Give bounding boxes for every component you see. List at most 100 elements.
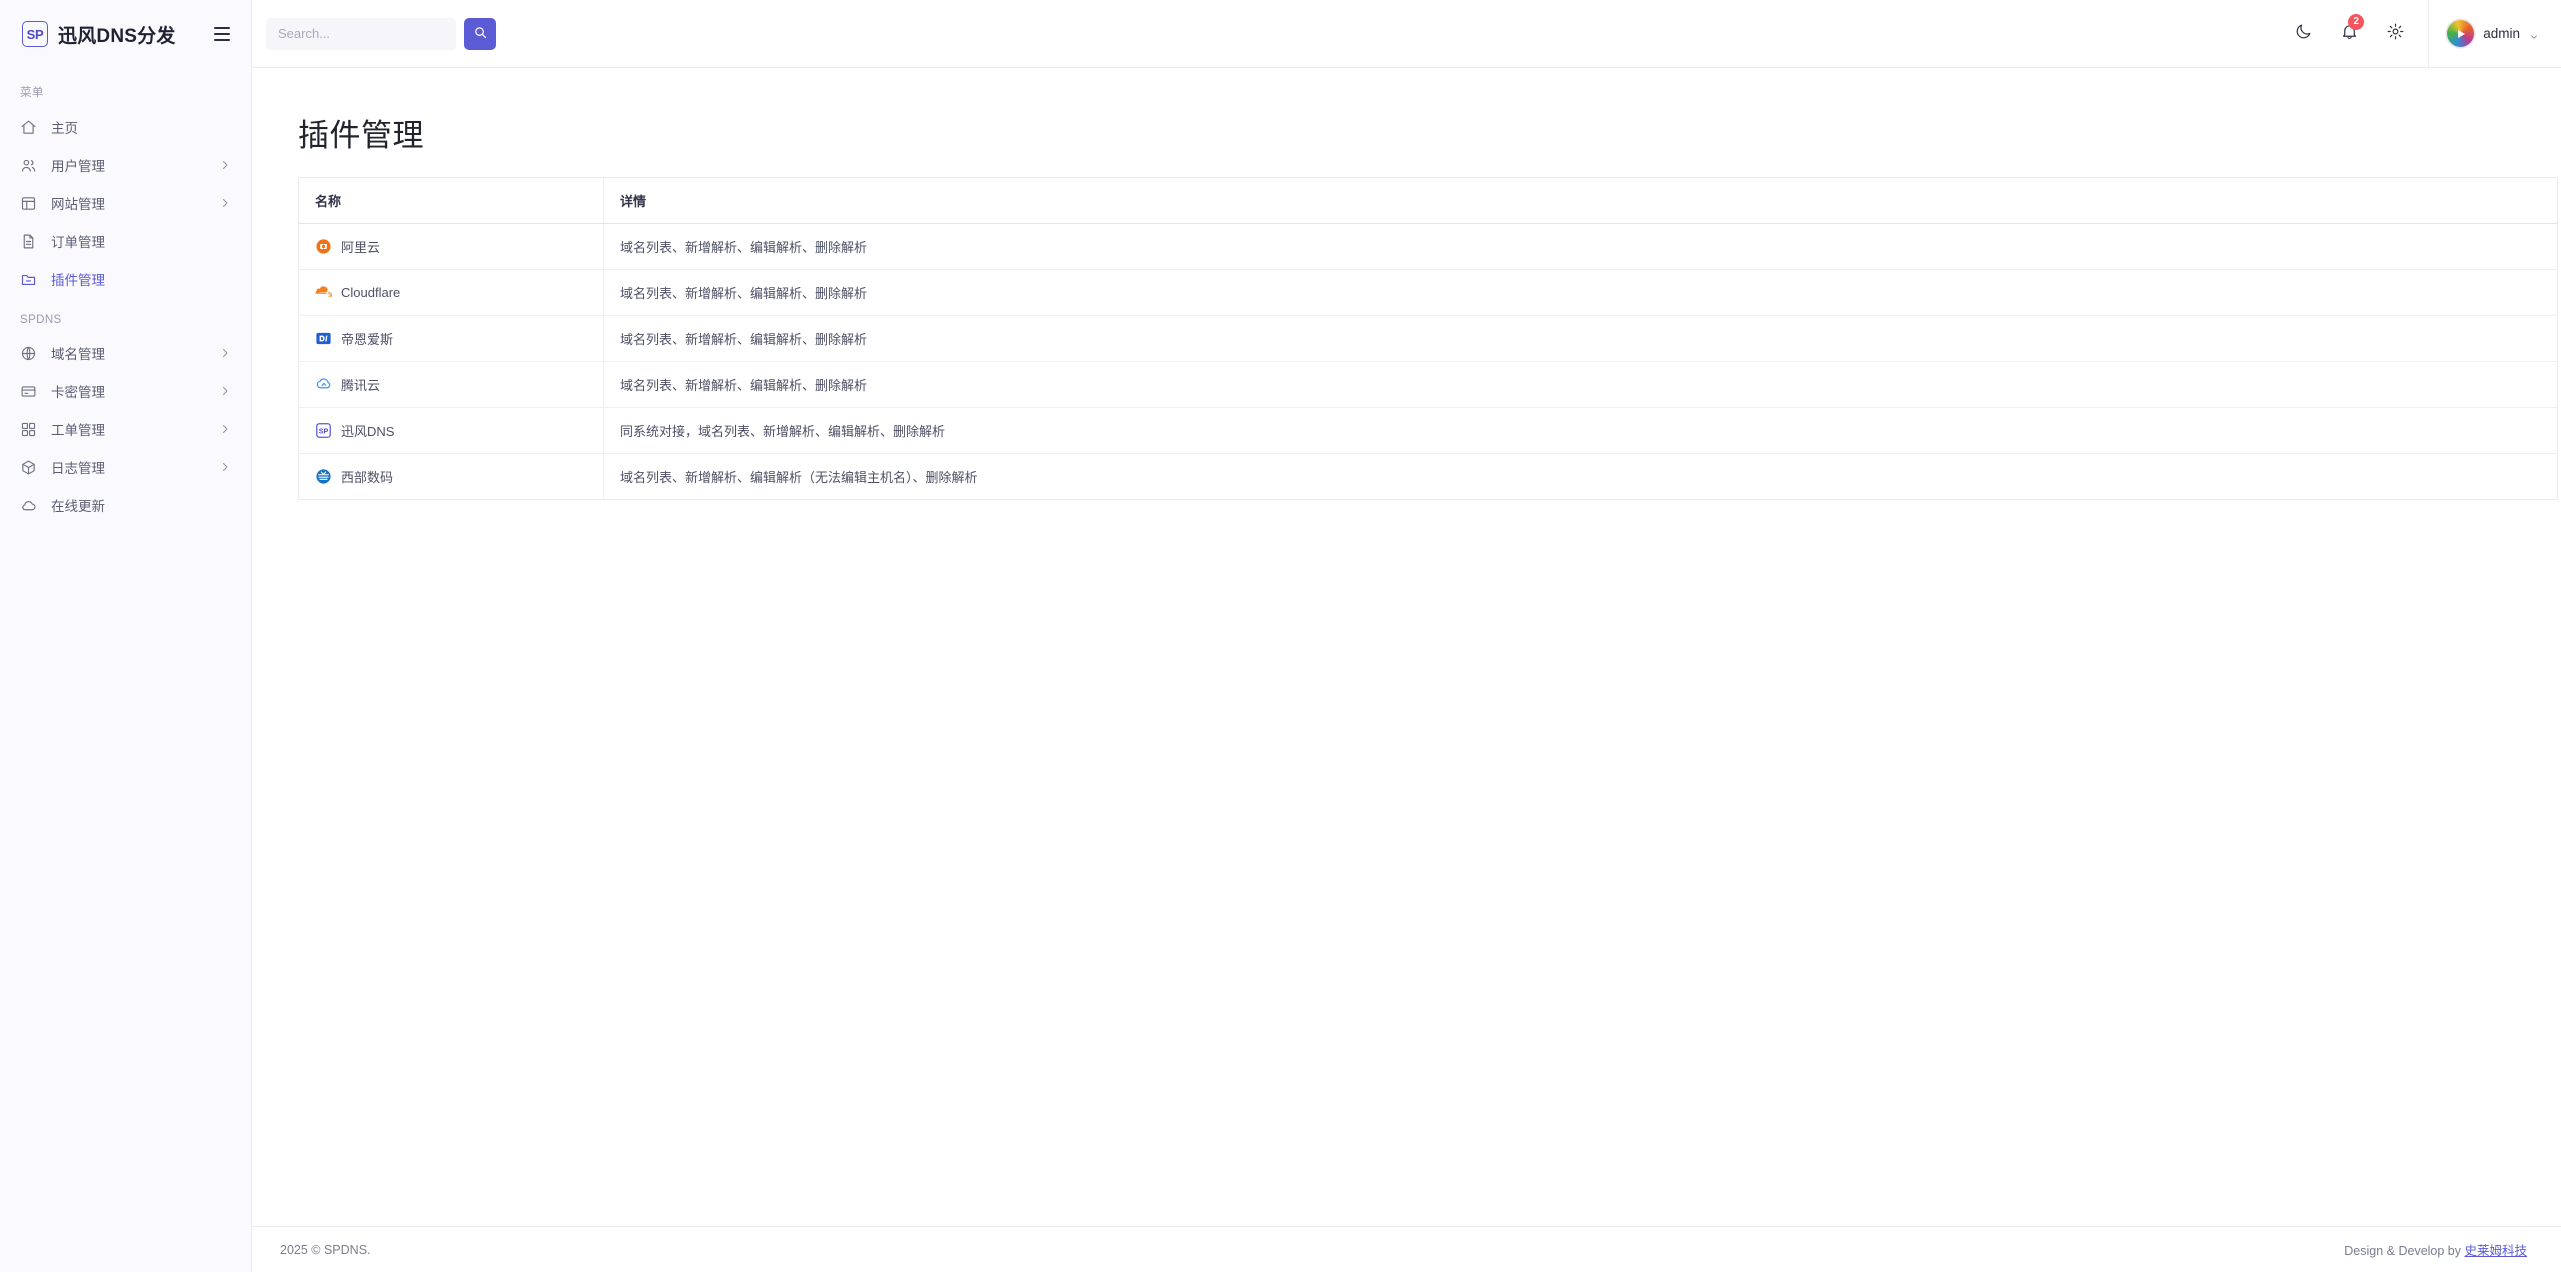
settings-button[interactable] [2372, 0, 2418, 68]
table-header-row: 名称 详情 [298, 177, 2558, 224]
sidebar-item-label: 用户管理 [51, 159, 105, 174]
chevron-right-icon [219, 385, 231, 397]
page-title: 插件管理 [298, 118, 424, 153]
sidebar: SP 迅风DNS分发 菜单 主页 用户管理 网站管理 订单管理 插件管理 SPD… [0, 0, 252, 1272]
box-icon [20, 459, 37, 476]
user-name: admin [2483, 26, 2520, 41]
sidebar-item-label: 域名管理 [51, 347, 105, 362]
cell-plugin-name: 阿里云 [298, 223, 604, 270]
sidebar-item-label: 网站管理 [51, 197, 105, 212]
sidebar-item-label: 插件管理 [51, 273, 105, 288]
footer-copyright: 2025 © SPDNS. [280, 1242, 371, 1257]
dark-mode-toggle[interactable] [2280, 0, 2326, 68]
cell-plugin-name: 西部数码 [298, 453, 604, 500]
cell-plugin-name: 腾讯云 [298, 361, 604, 408]
plugin-name: Cloudflare [341, 285, 401, 300]
sidebar-item-ticket-management[interactable]: 工单管理 [0, 410, 251, 448]
chevron-right-icon [219, 159, 231, 171]
notification-count-badge: 2 [2348, 13, 2365, 30]
cloudflare-icon [315, 284, 332, 301]
brand-logo-badge: SP [22, 21, 48, 47]
plugins-table: 名称 详情 阿里云 域名列表、新增解析、编辑解析、删除解析 Cloudflare… [298, 177, 2558, 500]
plugin-name: 迅风DNS [341, 424, 395, 439]
top-navbar: 2 admin [252, 0, 2561, 68]
folder-icon [20, 271, 37, 288]
sidebar-item-log-management[interactable]: 日志管理 [0, 448, 251, 486]
page-content: 插件管理 名称 详情 阿里云 域名列表、新增解析、编辑解析、删除解析 Cloud… [252, 68, 2561, 1226]
sidebar-item-plugin-management[interactable]: 插件管理 [0, 260, 251, 298]
sidebar-item-user-management[interactable]: 用户管理 [0, 146, 251, 184]
brand-header: SP 迅风DNS分发 [0, 0, 251, 68]
plugin-name: 阿里云 [341, 240, 381, 255]
sidebar-item-label: 日志管理 [51, 461, 105, 476]
cell-plugin-detail: 域名列表、新增解析、编辑解析、删除解析 [603, 269, 2558, 316]
sidebar-item-label: 在线更新 [51, 499, 105, 514]
user-menu[interactable]: admin [2428, 0, 2561, 68]
search-input[interactable] [266, 17, 456, 50]
file-text-icon [20, 233, 37, 250]
aliyun-icon [315, 238, 332, 255]
search-button[interactable] [464, 17, 496, 50]
sidebar-section-title-menu: 菜单 [20, 87, 44, 99]
table-row[interactable]: 帝恩爱斯 域名列表、新增解析、编辑解析、删除解析 [298, 315, 2558, 362]
table-body: 阿里云 域名列表、新增解析、编辑解析、删除解析 Cloudflare 域名列表、… [298, 223, 2558, 500]
sidebar-item-online-update[interactable]: 在线更新 [0, 486, 251, 524]
sidebar-item-label: 工单管理 [51, 423, 105, 438]
sidebar-item-order-management[interactable]: 订单管理 [0, 222, 251, 260]
plugin-name: 西部数码 [341, 470, 394, 485]
credit-card-icon [20, 383, 37, 400]
sidebar-item-site-management[interactable]: 网站管理 [0, 184, 251, 222]
brand-title: 迅风DNS分发 [58, 25, 176, 47]
gear-icon [2386, 22, 2405, 46]
sidebar-section-title-spdns: SPDNS [20, 314, 62, 326]
column-header-detail: 详情 [603, 177, 2558, 224]
plugin-name: 帝恩爱斯 [341, 332, 394, 347]
sidebar-item-card-key-management[interactable]: 卡密管理 [0, 372, 251, 410]
tencent-icon [315, 376, 332, 393]
main-area: 2 admin 插件管理 [252, 0, 2561, 1272]
globe-box-icon [20, 345, 37, 362]
footer-credit: Design & Develop by 史莱姆科技 [2344, 1240, 2527, 1259]
cell-plugin-name: Cloudflare [298, 269, 604, 316]
grid-icon [20, 421, 37, 438]
table-row[interactable]: SP 迅风DNS 同系统对接，域名列表、新增解析、编辑解析、删除解析 [298, 407, 2558, 454]
cell-plugin-name: 帝恩爱斯 [298, 315, 604, 362]
cloud-icon [20, 497, 37, 514]
page-footer: 2025 © SPDNS. Design & Develop by 史莱姆科技 [252, 1226, 2561, 1272]
table-head: 名称 详情 [298, 177, 2558, 224]
cell-plugin-detail: 域名列表、新增解析、编辑解析、删除解析 [603, 223, 2558, 270]
app-root: SP 迅风DNS分发 菜单 主页 用户管理 网站管理 订单管理 插件管理 SPD… [0, 0, 2561, 1272]
search-group [266, 17, 496, 50]
chevron-down-icon [2529, 29, 2539, 39]
layout-icon [20, 195, 37, 212]
table-row[interactable]: 阿里云 域名列表、新增解析、编辑解析、删除解析 [298, 223, 2558, 270]
cell-plugin-detail: 域名列表、新增解析、编辑解析、删除解析 [603, 361, 2558, 408]
column-header-name: 名称 [298, 177, 604, 224]
sidebar-item-domain-management[interactable]: 域名管理 [0, 334, 251, 372]
cell-plugin-detail: 域名列表、新增解析、编辑解析、删除解析 [603, 315, 2558, 362]
sidebar-item-label: 主页 [51, 121, 78, 136]
dnspod-icon [315, 330, 332, 347]
notifications-button[interactable]: 2 [2326, 0, 2372, 68]
moon-icon [2294, 22, 2313, 46]
topbar-actions: 2 admin [2280, 0, 2561, 68]
cell-plugin-name: SP 迅风DNS [298, 407, 604, 454]
home-icon [20, 119, 37, 136]
plugin-name: 腾讯云 [341, 378, 381, 393]
cell-plugin-detail: 域名列表、新增解析、编辑解析（无法编辑主机名）、删除解析 [620, 470, 978, 485]
table-row[interactable]: 腾讯云 域名列表、新增解析、编辑解析、删除解析 [298, 361, 2558, 408]
chevron-right-icon [219, 197, 231, 209]
chevron-right-icon [219, 347, 231, 359]
cell-plugin-detail: 同系统对接，域名列表、新增解析、编辑解析、删除解析 [603, 407, 2558, 454]
sidebar-item-label: 订单管理 [51, 235, 105, 250]
table-row[interactable]: Cloudflare 域名列表、新增解析、编辑解析、删除解析 [298, 269, 2558, 316]
footer-credit-link[interactable]: 史莱姆科技 [2464, 1244, 2527, 1258]
sidebar-item-label: 卡密管理 [51, 385, 105, 400]
sidebar-item-home[interactable]: 主页 [0, 108, 251, 146]
avatar [2447, 20, 2475, 47]
footer-credit-prefix: Design & Develop by [2344, 1244, 2465, 1258]
sidebar-toggle-hamburger-icon[interactable] [209, 21, 235, 47]
search-icon [473, 25, 488, 43]
chevron-right-icon [219, 423, 231, 435]
table-row[interactable]: 西部数码 域名列表、新增解析、编辑解析（无法编辑主机名）、删除解析 [298, 453, 2558, 500]
